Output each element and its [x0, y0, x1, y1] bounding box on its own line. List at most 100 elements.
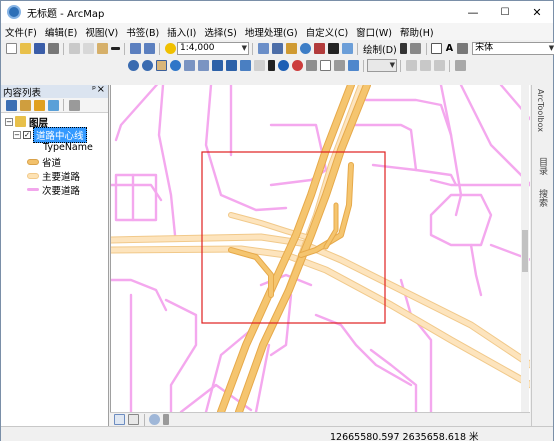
minimize-button[interactable]: —: [457, 1, 489, 23]
collapse-icon[interactable]: −: [5, 117, 13, 126]
back-extent-icon[interactable]: [211, 60, 223, 71]
layout-tool-3-icon[interactable]: [433, 60, 445, 71]
table-of-contents-icon[interactable]: [271, 43, 283, 54]
maximize-button[interactable]: ☐: [489, 1, 521, 23]
menu-insert[interactable]: 插入(I): [163, 25, 200, 39]
major-road-swatch: [27, 172, 39, 179]
html-popup-icon[interactable]: [319, 60, 331, 71]
new-text-tool[interactable]: A: [446, 43, 453, 54]
menu-bookmarks[interactable]: 书签(B): [122, 25, 163, 39]
python-window-icon[interactable]: [327, 43, 339, 54]
tab-arctoolbox[interactable]: ArcToolbox: [536, 89, 545, 132]
pause-drawing-icon[interactable]: [163, 414, 169, 425]
list-by-selection-icon[interactable]: [47, 99, 59, 111]
menu-windows[interactable]: 窗口(W): [352, 25, 396, 39]
catalog-icon[interactable]: [285, 43, 297, 54]
delete-icon[interactable]: [110, 47, 120, 50]
rectangle-icon[interactable]: [431, 43, 443, 54]
list-by-drawing-order-icon[interactable]: [5, 99, 17, 111]
add-data-icon[interactable]: [164, 43, 176, 54]
layer-visibility-checkbox[interactable]: ✓: [23, 130, 31, 139]
undo-icon[interactable]: [129, 43, 141, 54]
road-network-map[interactable]: [111, 85, 530, 412]
cut-icon[interactable]: [68, 43, 80, 54]
layout-view-icon[interactable]: [128, 414, 139, 425]
data-view-icon[interactable]: [114, 414, 125, 425]
legend-class-minor[interactable]: 次要道路: [27, 183, 80, 197]
identify-icon[interactable]: [277, 60, 289, 71]
menu-selection[interactable]: 选择(S): [200, 25, 240, 39]
list-by-source-icon[interactable]: [19, 99, 31, 111]
measure-icon[interactable]: [305, 60, 317, 71]
map-display[interactable]: [110, 85, 530, 412]
print-icon[interactable]: [47, 43, 59, 54]
scrollbar-thumb[interactable]: [522, 230, 528, 272]
print-preview-icon[interactable]: [454, 60, 466, 71]
toc-toolbar: [1, 98, 108, 113]
map-vertical-scrollbar[interactable]: [521, 85, 529, 412]
fixed-zoom-in-icon[interactable]: [183, 60, 195, 71]
new-document-icon[interactable]: [5, 43, 17, 54]
arctoolbox-icon[interactable]: [313, 43, 325, 54]
symbology-field: TypeName: [43, 142, 93, 153]
table-of-contents-panel: 内容列表 ᵖ × − 图层 − ✓ 道路中心线 TypeName 省道 主要道路…: [1, 84, 109, 426]
menu-help[interactable]: 帮助(H): [396, 25, 438, 39]
copy-icon[interactable]: [82, 43, 94, 54]
close-button[interactable]: ✕: [521, 1, 553, 23]
arcmap-globe-icon: [7, 5, 21, 19]
redo-icon[interactable]: [143, 43, 155, 54]
minor-road-swatch: [27, 188, 39, 191]
toc-options-icon[interactable]: [68, 99, 80, 111]
layout-tool-2-icon[interactable]: [419, 60, 431, 71]
marker-icon[interactable]: [456, 43, 468, 54]
save-icon[interactable]: [33, 43, 45, 54]
fixed-zoom-out-icon[interactable]: [197, 60, 209, 71]
toc-header: 内容列表 ᵖ ×: [1, 84, 108, 99]
editor-toolbar-icon[interactable]: [257, 43, 269, 54]
tab-catalog[interactable]: 目录: [536, 157, 549, 175]
toc-close-button[interactable]: ×: [97, 84, 105, 95]
menu-geoprocessing[interactable]: 地理处理(G): [241, 25, 302, 39]
zoom-in-icon[interactable]: [127, 60, 139, 71]
right-dock-bar: ArcToolbox 目录 搜索: [531, 85, 553, 426]
legend-class-provincial[interactable]: 省道: [27, 155, 62, 169]
model-builder-icon[interactable]: [341, 43, 353, 54]
layout-tool-icon[interactable]: [405, 60, 417, 71]
draw-menu[interactable]: 绘制(D): [363, 42, 397, 56]
menu-customize[interactable]: 自定义(C): [302, 25, 353, 39]
view-switch-bar: [110, 412, 530, 426]
menu-edit[interactable]: 编辑(E): [41, 25, 81, 39]
refresh-icon[interactable]: [149, 414, 160, 425]
rotate-icon[interactable]: [410, 43, 422, 54]
zoom-out-icon[interactable]: [141, 60, 153, 71]
select-features-icon[interactable]: [239, 60, 251, 71]
legend-label-provincial: 省道: [42, 157, 62, 169]
open-folder-icon[interactable]: [19, 43, 31, 54]
search-window-icon[interactable]: [299, 43, 311, 54]
pan-icon[interactable]: [155, 60, 167, 71]
title-bar: 无标题 - ArcMap — ☐ ✕: [1, 1, 553, 23]
forward-extent-icon[interactable]: [225, 60, 237, 71]
georef-layer-combo[interactable]: ▼: [367, 59, 397, 72]
collapse-icon[interactable]: −: [13, 130, 21, 139]
chevron-down-icon: ▼: [548, 44, 554, 52]
list-by-visibility-icon[interactable]: [33, 99, 45, 111]
menu-bar: 文件(F) 编辑(E) 视图(V) 书签(B) 插入(I) 选择(S) 地理处理…: [1, 23, 553, 40]
menu-view[interactable]: 视图(V): [81, 25, 122, 39]
paste-icon[interactable]: [96, 43, 108, 54]
map-scale-combo[interactable]: 1:4,000 ▼: [177, 42, 249, 55]
pin-icon[interactable]: ᵖ: [92, 85, 96, 95]
select-pointer-icon[interactable]: [267, 60, 275, 71]
select-elements-icon[interactable]: [400, 43, 408, 54]
go-to-xy-icon[interactable]: [333, 60, 345, 71]
tab-search[interactable]: 搜索: [536, 189, 549, 207]
find-icon[interactable]: [291, 60, 303, 71]
layer-row[interactable]: − ✓ 道路中心线: [13, 126, 87, 143]
time-slider-icon[interactable]: [347, 60, 359, 71]
font-combo[interactable]: 宋体 ▼: [472, 42, 554, 55]
legend-class-major[interactable]: 主要道路: [27, 169, 80, 183]
clear-selection-icon[interactable]: [253, 60, 265, 71]
menu-file[interactable]: 文件(F): [1, 25, 41, 39]
arcmap-window: 无标题 - ArcMap — ☐ ✕ 文件(F) 编辑(E) 视图(V) 书签(…: [0, 0, 554, 441]
full-extent-icon[interactable]: [169, 60, 181, 71]
